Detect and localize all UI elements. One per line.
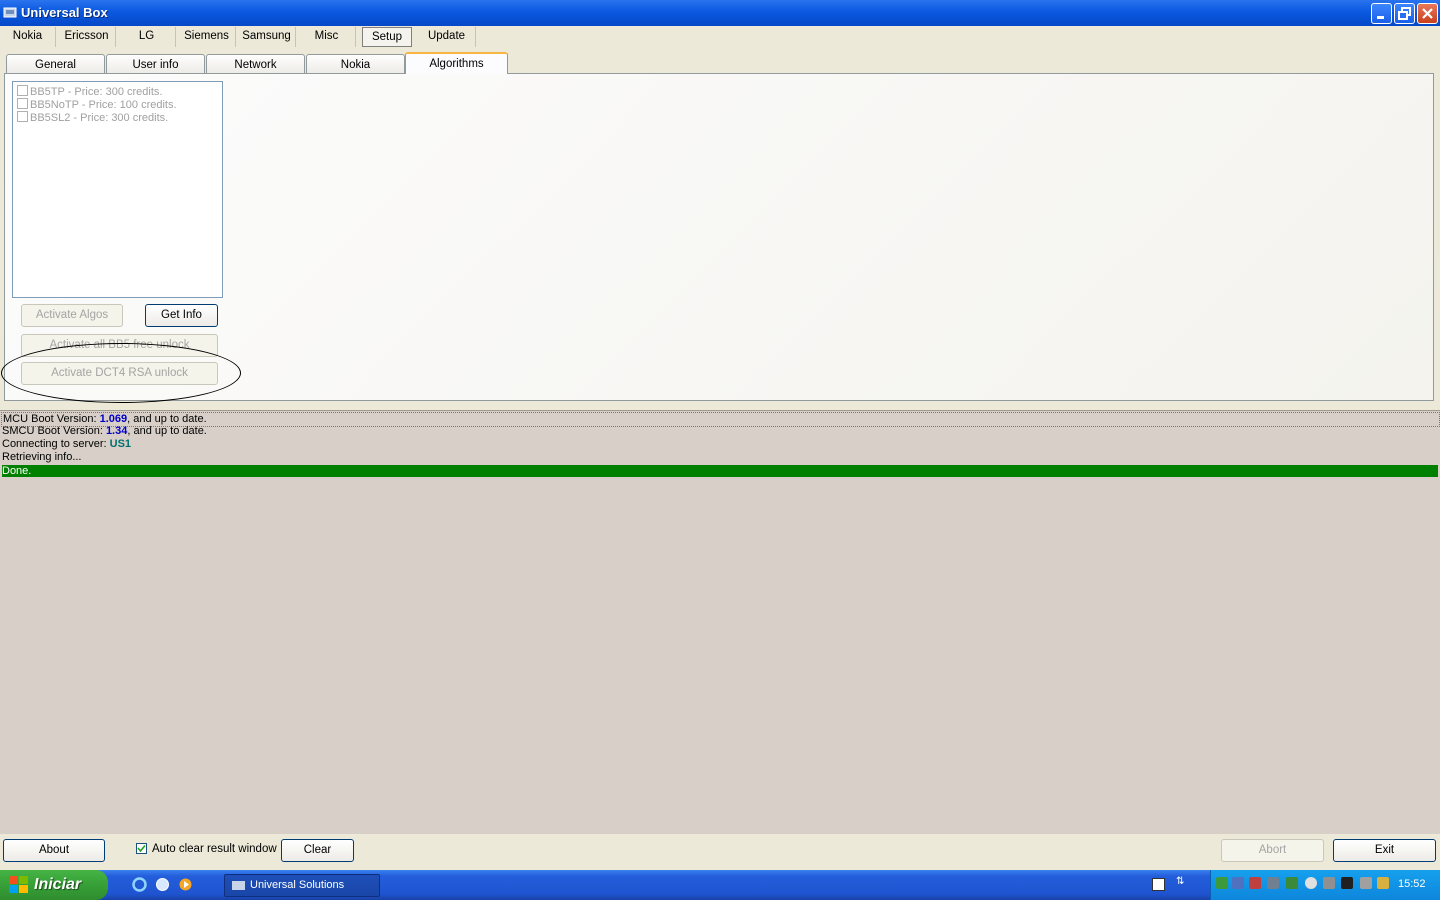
ie-icon[interactable] [132, 877, 147, 895]
clock: 15:52 [1398, 878, 1426, 890]
log-line-done: Done. [2, 465, 1438, 477]
tab-setup[interactable]: Setup [362, 27, 412, 47]
checkbox[interactable] [17, 111, 28, 122]
app-icon [3, 5, 17, 19]
taskbar-item-label: Universal Solutions [250, 879, 345, 891]
auto-clear-label: Auto clear result window [152, 843, 277, 855]
tab-update[interactable]: Update [418, 27, 476, 47]
list-item[interactable]: BB5SL2 - Price: 300 credits. [17, 111, 168, 124]
tray-icon[interactable] [1286, 877, 1298, 889]
tab-general[interactable]: General [6, 54, 105, 74]
clear-button[interactable]: Clear [281, 839, 354, 862]
list-item[interactable]: BB5NoTP - Price: 100 credits. [17, 98, 177, 111]
get-info-button[interactable]: Get Info [145, 304, 218, 327]
abort-button[interactable]: Abort [1221, 839, 1324, 862]
tray-icon[interactable] [1305, 877, 1317, 889]
checkbox[interactable] [17, 85, 28, 96]
log-line: Connecting to server: US1 [2, 438, 132, 450]
tab-ericsson[interactable]: Ericsson [58, 27, 116, 47]
minimize-icon [1377, 16, 1384, 19]
log-line: SMCU Boot Version: 1.34, and up to date. [2, 425, 207, 437]
tab-user-info[interactable]: User info [106, 54, 205, 74]
network-arrows-icon[interactable]: ⇅ [1176, 876, 1184, 887]
tray-icon[interactable] [1249, 877, 1261, 889]
activate-algos-button[interactable]: Activate Algos [21, 304, 123, 327]
universal-box-icon [232, 879, 246, 894]
tab-lg[interactable]: LG [118, 27, 176, 47]
checkmark-icon [137, 844, 146, 853]
tray-icon[interactable] [1360, 877, 1372, 889]
about-button[interactable]: About [3, 839, 105, 862]
tray-icon[interactable] [1267, 877, 1279, 889]
tray-icon[interactable] [1377, 877, 1389, 889]
tab-misc[interactable]: Misc [298, 27, 356, 47]
window-title: Universal Box [21, 5, 108, 20]
tab-algorithms[interactable]: Algorithms [405, 52, 508, 74]
start-label: Iniciar [34, 876, 82, 893]
tab-samsung[interactable]: Samsung [238, 27, 296, 47]
media-player-icon[interactable] [178, 877, 193, 895]
restore-button[interactable] [1394, 3, 1415, 24]
log-line: Retrieving info... [2, 451, 82, 463]
title-bar [0, 0, 1440, 26]
restore-icon [1398, 7, 1411, 20]
algorithms-list: BB5TP - Price: 300 credits. BB5NoTP - Pr… [12, 81, 223, 298]
close-icon [1422, 8, 1433, 19]
minimize-button[interactable] [1371, 3, 1392, 24]
volume-icon[interactable] [1323, 877, 1335, 889]
help-icon[interactable] [1152, 878, 1165, 891]
checkbox[interactable] [17, 98, 28, 109]
tab-network[interactable]: Network [206, 54, 305, 74]
tab-setup-nokia[interactable]: Nokia [306, 54, 405, 74]
annotation-ellipse [1, 343, 241, 403]
close-button[interactable] [1417, 3, 1438, 24]
windows-logo-icon [9, 876, 29, 897]
tab-nokia[interactable]: Nokia [0, 27, 56, 47]
top-tabs: Nokia Ericsson LG Siemens Samsung Misc S… [0, 26, 1440, 48]
tab-siemens[interactable]: Siemens [178, 27, 236, 47]
auto-clear-checkbox[interactable] [136, 843, 147, 854]
browser-icon[interactable] [155, 877, 170, 895]
log-line: MCU Boot Version: 1.069, and up to date. [1, 412, 1440, 427]
tray-icon[interactable] [1216, 877, 1228, 889]
list-item[interactable]: BB5TP - Price: 300 credits. [17, 85, 162, 98]
exit-button[interactable]: Exit [1333, 839, 1436, 862]
tray-icon[interactable] [1341, 877, 1353, 889]
tray-icon[interactable] [1232, 877, 1244, 889]
